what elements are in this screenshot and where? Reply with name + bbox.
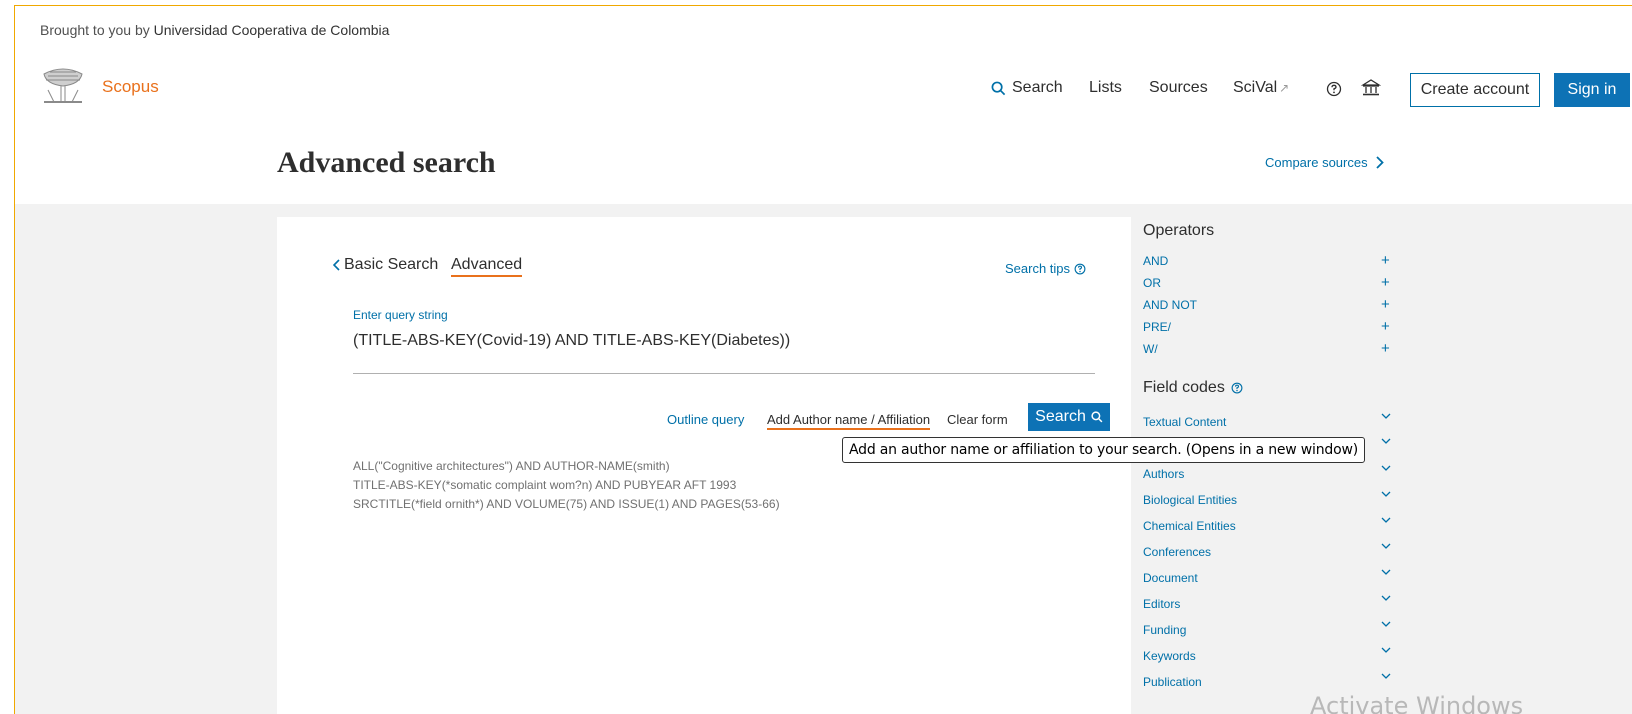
field-code-chemical-entities[interactable]: Chemical Entities (1143, 517, 1403, 545)
help-icon (1074, 263, 1086, 274)
help-icon[interactable] (1326, 81, 1342, 97)
nav-scival-label: SciVal (1233, 79, 1278, 96)
browser-frame: Brought to you by Universidad Cooperativ… (14, 5, 1632, 714)
chevron-right-icon (1375, 156, 1384, 169)
search-tips-link[interactable]: Search tips (1005, 261, 1086, 276)
institution-banner: Brought to you by Universidad Cooperativ… (40, 22, 389, 38)
field-code-label: Biological Entities (1143, 493, 1238, 507)
clear-form-link[interactable]: Clear form (947, 412, 1008, 427)
operator-and-not[interactable]: AND NOT + (1143, 296, 1403, 320)
scopus-logo[interactable]: Scopus (102, 77, 159, 97)
field-code-label: Publication (1143, 675, 1202, 689)
plus-icon[interactable]: + (1381, 318, 1390, 335)
chevron-down-icon (1381, 647, 1391, 653)
nav-sources[interactable]: Sources (1149, 79, 1208, 97)
field-code-editors[interactable]: Editors (1143, 595, 1403, 623)
operator-or[interactable]: OR + (1143, 274, 1403, 298)
external-link-icon: ↗ (1279, 81, 1290, 95)
field-code-funding[interactable]: Funding (1143, 621, 1403, 649)
operator-label: W/ (1143, 342, 1158, 356)
query-examples: ALL("Cognitive architectures") AND AUTHO… (353, 457, 780, 514)
nav-search-label: Search (1012, 79, 1063, 96)
add-author-affiliation-link[interactable]: Add Author name / Affiliation (767, 412, 931, 430)
operator-label: PRE/ (1143, 320, 1172, 334)
help-icon[interactable] (1231, 382, 1243, 394)
operator-label: AND (1143, 254, 1169, 268)
brought-prefix: Brought to you by (40, 22, 150, 38)
field-codes-label: Field codes (1143, 379, 1225, 396)
query-example: ALL("Cognitive architectures") AND AUTHO… (353, 459, 670, 473)
advanced-search-card: Basic Search Advanced Search tips Enter … (277, 217, 1131, 714)
compare-sources-link[interactable]: Compare sources (1265, 155, 1384, 170)
field-code-label: Conferences (1143, 545, 1212, 559)
chevron-down-icon (1381, 413, 1391, 419)
search-tips-label: Search tips (1005, 261, 1071, 276)
query-underline (353, 373, 1095, 374)
field-code-label: Document (1143, 571, 1198, 585)
operator-label: AND NOT (1143, 298, 1197, 312)
field-code-label: Authors (1143, 467, 1185, 481)
chevron-down-icon (1381, 491, 1391, 497)
field-code-label: Funding (1143, 623, 1187, 637)
query-example: TITLE-ABS-KEY(*somatic complaint wom?n) … (353, 478, 737, 492)
add-author-tooltip: Add an author name or affiliation to you… (842, 437, 1365, 463)
outline-query-link[interactable]: Outline query (667, 412, 744, 427)
field-code-label: Chemical Entities (1143, 519, 1236, 533)
sign-in-button[interactable]: Sign in (1554, 73, 1630, 107)
field-code-keywords[interactable]: Keywords (1143, 647, 1403, 675)
chevron-down-icon (1381, 673, 1391, 679)
chevron-down-icon (1381, 465, 1391, 471)
field-code-label: Keywords (1143, 649, 1196, 663)
operator-pre[interactable]: PRE/ + (1143, 318, 1403, 342)
activate-windows-watermark: Activate Windows (1310, 692, 1524, 714)
tab-advanced[interactable]: Advanced (451, 256, 523, 277)
operator-w[interactable]: W/ + (1143, 340, 1403, 364)
plus-icon[interactable]: + (1381, 296, 1390, 313)
field-code-label: Editors (1143, 597, 1181, 611)
elsevier-tree-icon[interactable] (40, 66, 86, 106)
operators-title: Operators (1143, 222, 1215, 239)
create-account-button[interactable]: Create account (1410, 73, 1540, 107)
chevron-left-icon (333, 259, 340, 271)
operator-and[interactable]: AND + (1143, 252, 1403, 276)
field-code-label: Textual Content (1143, 415, 1227, 429)
chevron-down-icon (1381, 543, 1391, 549)
operator-label: OR (1143, 276, 1161, 290)
field-code-document[interactable]: Document (1143, 569, 1403, 597)
search-button[interactable]: Search (1028, 403, 1110, 431)
query-example: SRCTITLE(*field ornith*) AND VOLUME(75) … (353, 497, 780, 511)
chevron-down-icon (1381, 438, 1391, 444)
field-code-authors[interactable]: Authors (1143, 465, 1403, 493)
compare-sources-label: Compare sources (1265, 155, 1368, 170)
nav-lists[interactable]: Lists (1089, 79, 1122, 97)
page-title: Advanced search (277, 146, 496, 179)
plus-icon[interactable]: + (1381, 274, 1390, 291)
nav-search[interactable]: Search (991, 79, 1063, 97)
institution-name: Universidad Cooperativa de Colombia (153, 22, 390, 38)
plus-icon[interactable]: + (1381, 252, 1390, 269)
search-button-label: Search (1035, 408, 1086, 425)
institution-icon[interactable] (1361, 78, 1381, 98)
operators-sidebar: Operators AND + OR + AND NOT + PRE/ + W/ + Fi… (1143, 217, 1403, 714)
chevron-down-icon (1381, 517, 1391, 523)
chevron-down-icon (1381, 621, 1391, 627)
plus-icon[interactable]: + (1381, 340, 1390, 357)
nav-scival[interactable]: SciVal ↗ (1233, 79, 1289, 97)
basic-search-label: Basic Search (344, 256, 439, 273)
search-icon (991, 81, 1006, 95)
query-label: Enter query string (353, 308, 448, 322)
field-code-biological-entities[interactable]: Biological Entities (1143, 491, 1403, 519)
header-band: Brought to you by Universidad Cooperativ… (15, 6, 1632, 204)
chevron-down-icon (1381, 569, 1391, 575)
chevron-down-icon (1381, 595, 1391, 601)
basic-search-link[interactable]: Basic Search (333, 256, 438, 274)
query-input[interactable]: (TITLE-ABS-KEY(Covid-19) AND TITLE-ABS-K… (353, 332, 790, 350)
field-codes-title: Field codes (1143, 379, 1243, 397)
search-icon (1091, 411, 1103, 423)
field-code-conferences[interactable]: Conferences (1143, 543, 1403, 571)
